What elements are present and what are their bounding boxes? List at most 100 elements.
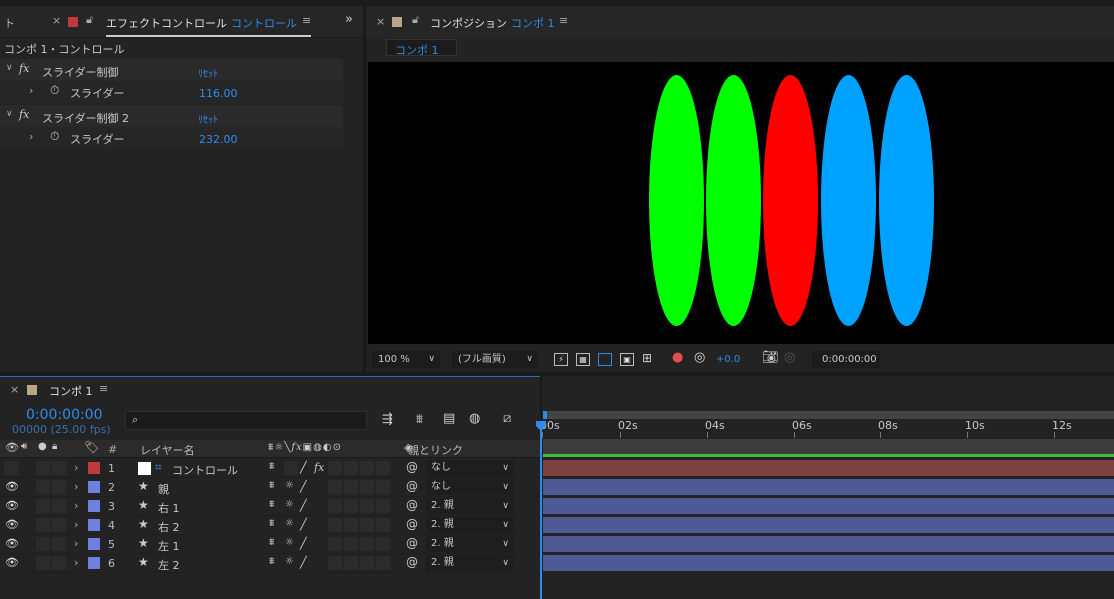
ellipse-shape[interactable] <box>763 75 818 326</box>
panel-menu-icon[interactable]: ≡ <box>302 15 311 26</box>
layer-search-input[interactable]: ⌕ <box>125 411 367 430</box>
layer-row[interactable]: › 1 ⌗ コントロール ⩩ ╱ fx @ なし ∨ <box>0 459 540 478</box>
composition-title[interactable]: コンポジション <box>430 15 507 31</box>
parent-dropdown[interactable]: 2. 親 ∨ <box>426 555 514 571</box>
visibility-toggle[interactable] <box>4 461 18 475</box>
collapse-switch[interactable] <box>284 461 298 475</box>
layer-label-swatch[interactable] <box>88 481 100 493</box>
switch-box[interactable] <box>328 461 342 475</box>
audio-icon[interactable]: 🔊︎ <box>21 442 27 452</box>
layer-duration-bar[interactable] <box>543 536 1114 552</box>
layer-row[interactable]: 👁︎ › 5 ★ 左 1 ⩩ ☼ ╱ @2. 親 ∨ <box>0 535 540 554</box>
eye-icon[interactable]: 👁︎ <box>5 519 19 530</box>
pick-whip-icon[interactable]: @ <box>406 461 418 473</box>
layer-label-swatch[interactable] <box>88 519 100 531</box>
frame-blending-icon[interactable]: ▤ <box>443 412 455 425</box>
timeline-current-time[interactable]: 0:00:00:00 <box>26 407 103 423</box>
chevron-right-icon[interactable]: › <box>74 538 78 549</box>
chevron-down-icon[interactable]: ∨ <box>6 110 13 119</box>
switch-box[interactable] <box>360 499 374 513</box>
stopwatch-icon[interactable]: ⏱︎ <box>50 84 59 96</box>
parent-link-header[interactable]: 親とリンク <box>408 442 463 458</box>
parent-dropdown[interactable]: 2. 親 ∨ <box>426 536 514 552</box>
reset-link[interactable]: ﾘｾｯﾄ <box>198 111 218 126</box>
switch-box[interactable] <box>328 556 342 570</box>
effect-row[interactable]: ∨ fx スライダー制御 2 ﾘｾｯﾄ <box>0 105 343 127</box>
exposure-value[interactable]: +0.0 <box>716 354 740 365</box>
quality-slash-icon[interactable]: ╱ <box>300 462 307 473</box>
layer-duration-bar[interactable] <box>543 517 1114 533</box>
ellipse-shape[interactable] <box>649 75 704 326</box>
layer-row[interactable]: 👁︎ › 2 ★ 親 ⩩ ☼ ╱ @ なし ∨ <box>0 478 540 497</box>
lock-toggle[interactable] <box>52 556 66 570</box>
eye-icon[interactable]: 👁︎ <box>5 442 19 453</box>
switch-box[interactable] <box>344 499 358 513</box>
audio-toggle[interactable] <box>20 518 34 532</box>
layer-name[interactable]: 親 <box>158 481 169 497</box>
chevron-right-icon[interactable]: › <box>29 85 33 96</box>
layer-label-swatch[interactable] <box>88 500 100 512</box>
quality-slash-icon[interactable]: ╱ <box>300 538 307 549</box>
exposure-reset-icon[interactable]: ◎ <box>694 351 705 364</box>
audio-toggle[interactable] <box>20 461 34 475</box>
switch-box[interactable] <box>360 556 374 570</box>
fx-icon[interactable]: fx <box>19 62 29 75</box>
eye-icon[interactable]: 👁︎ <box>5 500 19 511</box>
transparency-grid-icon[interactable]: ▦ <box>576 353 590 366</box>
collapse-sun-icon[interactable]: ☼ <box>285 519 294 529</box>
layer-row[interactable]: 👁︎ › 4 ★ 右 2 ⩩ ☼ ╱ @2. 親 ∨ <box>0 516 540 535</box>
shy-switch-icon[interactable]: ⩩ <box>269 481 274 491</box>
shy-layers-icon[interactable]: ⩩ <box>416 413 423 426</box>
switch-box[interactable] <box>360 518 374 532</box>
ellipse-shape[interactable] <box>879 75 934 326</box>
collapse-sun-icon[interactable]: ☼ <box>285 557 294 567</box>
switch-box[interactable] <box>344 480 358 494</box>
switch-box[interactable] <box>360 480 374 494</box>
param-value[interactable]: 116.00 <box>199 87 238 100</box>
comp-flowchart-icon[interactable]: ⇶ <box>382 413 393 426</box>
chevron-right-icon[interactable]: › <box>29 131 33 142</box>
switch-box[interactable] <box>360 537 374 551</box>
layer-label-swatch[interactable] <box>88 557 100 569</box>
shy-switch-icon[interactable]: ⩩ <box>269 519 274 529</box>
ellipse-shape[interactable] <box>821 75 876 326</box>
lock-toggle[interactable] <box>52 518 66 532</box>
switch-box[interactable] <box>376 461 390 475</box>
lock-icon[interactable]: 🔒︎ <box>52 442 57 452</box>
switch-box[interactable] <box>360 461 374 475</box>
switch-box[interactable] <box>376 518 390 532</box>
zoom-dropdown[interactable]: 100 % ∨ <box>372 351 440 368</box>
pick-whip-icon[interactable]: @ <box>406 537 418 549</box>
eye-icon[interactable]: 👁︎ <box>5 481 19 492</box>
parent-dropdown[interactable]: なし ∨ <box>426 460 514 476</box>
stopwatch-icon[interactable]: ⏱︎ <box>50 130 59 142</box>
lock-toggle[interactable] <box>52 480 66 494</box>
layer-name-header[interactable]: レイヤー名 <box>140 442 195 458</box>
time-navigator[interactable] <box>543 439 1114 454</box>
solo-icon[interactable]: ● <box>38 442 47 452</box>
fast-preview-icon[interactable]: ⚡ <box>554 353 568 366</box>
quality-slash-icon[interactable]: ╱ <box>300 500 307 511</box>
work-area-start-handle[interactable] <box>543 411 547 419</box>
layer-label-swatch[interactable] <box>88 538 100 550</box>
layer-name[interactable]: 左 2 <box>158 557 180 573</box>
parent-dropdown[interactable]: なし ∨ <box>426 479 514 495</box>
layer-label-swatch[interactable] <box>88 462 100 474</box>
chevron-right-icon[interactable]: › <box>74 519 78 530</box>
eye-icon[interactable]: 👁︎ <box>5 538 19 549</box>
lock-toggle[interactable] <box>52 499 66 513</box>
prev-panel-tab[interactable]: ト <box>4 15 15 31</box>
param-value[interactable]: 232.00 <box>199 133 238 146</box>
layer-name[interactable]: 右 1 <box>158 500 180 516</box>
collapse-sun-icon[interactable]: ☼ <box>285 481 294 491</box>
effect-row[interactable]: ∨ fx スライダー制御 ﾘｾｯﾄ <box>0 59 343 81</box>
switch-box[interactable] <box>344 556 358 570</box>
quality-slash-icon[interactable]: ╱ <box>300 557 307 568</box>
effect-controls-title[interactable]: エフェクトコントロール <box>106 15 227 31</box>
label-tag-icon[interactable]: 🏷︎ <box>84 441 99 453</box>
mask-visibility-icon[interactable] <box>598 353 612 366</box>
chevron-right-icon[interactable]: › <box>74 557 78 568</box>
switch-box[interactable] <box>328 499 342 513</box>
chevron-right-icon[interactable]: › <box>74 481 78 492</box>
chevron-down-icon[interactable]: ∨ <box>6 64 13 73</box>
